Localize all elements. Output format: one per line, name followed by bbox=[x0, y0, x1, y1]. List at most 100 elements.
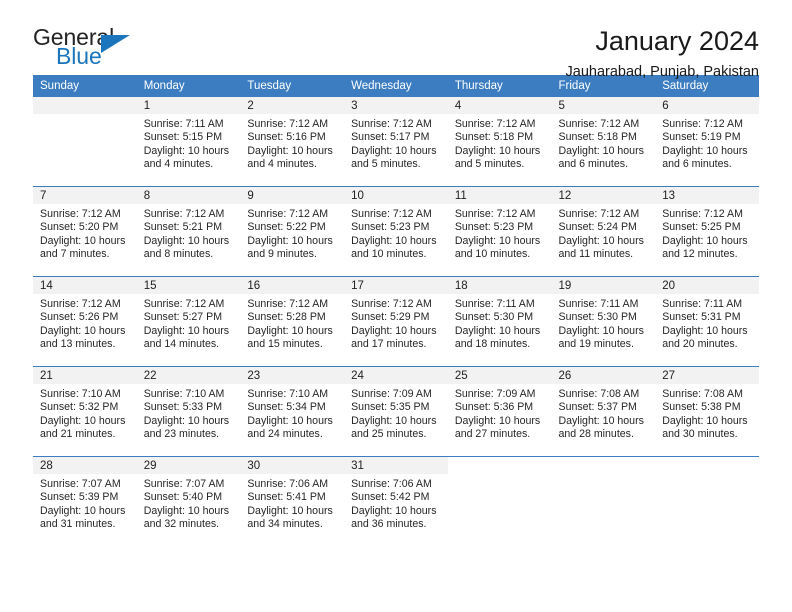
day-details: Sunrise: 7:12 AM Sunset: 5:26 PM Daylight:… bbox=[33, 294, 137, 352]
day-number: 6 bbox=[655, 97, 759, 114]
day-detail-sunrise: Sunrise: 7:07 AM bbox=[40, 478, 121, 490]
day-detail-sunrise: Sunrise: 7:12 AM bbox=[454, 118, 536, 130]
day-detail-sunset: Sunset: 5:31 PM bbox=[662, 311, 741, 324]
day-detail-daylight1: Daylight: 10 hours bbox=[351, 324, 437, 337]
day-cell-content: 24 Sunrise: 7:09 AM Sunset: 5:35 PM Dayligh… bbox=[344, 367, 448, 456]
day-details: Sunrise: 7:12 AM Sunset: 5:22 PM Daylight:… bbox=[240, 204, 344, 262]
calendar-day-cell[interactable]: 27 Sunrise: 7:08 AM Sunset: 5:38 PM Dayligh… bbox=[655, 366, 759, 457]
day-detail-daylight2: and 8 minutes. bbox=[143, 248, 214, 261]
day-detail-daylight1: Daylight: 10 hours bbox=[143, 324, 230, 337]
day-number: 28 bbox=[33, 457, 137, 474]
day-details: Sunrise: 7:12 AM Sunset: 5:21 PM Daylight:… bbox=[137, 204, 241, 262]
day-cell-content bbox=[552, 457, 656, 546]
calendar-day-cell[interactable]: 9 Sunrise: 7:12 AM Sunset: 5:22 PM Daylight… bbox=[240, 186, 345, 277]
calendar-week-row: 1 Sunrise: 7:11 AM Sunset: 5:15 PM Daylight… bbox=[33, 97, 759, 187]
day-cell-content: 17 Sunrise: 7:12 AM Sunset: 5:29 PM Dayligh… bbox=[344, 277, 448, 366]
calendar-day-cell[interactable]: 14 Sunrise: 7:12 AM Sunset: 5:26 PM Dayligh… bbox=[33, 276, 137, 367]
day-detail-sunset: Sunset: 5:21 PM bbox=[143, 221, 223, 234]
calendar-day-cell[interactable]: 20 Sunrise: 7:11 AM Sunset: 5:31 PM Dayligh… bbox=[655, 276, 759, 367]
calendar-day-cell[interactable]: 10 Sunrise: 7:12 AM Sunset: 5:23 PM Dayligh… bbox=[344, 186, 448, 277]
calendar-day-cell[interactable]: 12 Sunrise: 7:12 AM Sunset: 5:24 PM Dayligh… bbox=[551, 186, 656, 277]
day-cell-content: 5 Sunrise: 7:12 AM Sunset: 5:18 PM Daylight… bbox=[551, 97, 656, 186]
day-cell-content: 15 Sunrise: 7:12 AM Sunset: 5:27 PM Dayligh… bbox=[136, 277, 241, 366]
calendar-day-cell[interactable]: 17 Sunrise: 7:12 AM Sunset: 5:29 PM Dayligh… bbox=[344, 276, 448, 367]
day-detail-daylight1: Daylight: 10 hours bbox=[351, 234, 437, 247]
day-details: Sunrise: 7:10 AM Sunset: 5:32 PM Daylight:… bbox=[33, 384, 137, 442]
day-details: Sunrise: 7:10 AM Sunset: 5:33 PM Daylight:… bbox=[137, 384, 241, 442]
calendar-day-cell[interactable]: 21 Sunrise: 7:10 AM Sunset: 5:32 PM Dayligh… bbox=[33, 366, 137, 457]
calendar-day-cell[interactable]: 5 Sunrise: 7:12 AM Sunset: 5:18 PM Daylight… bbox=[551, 97, 656, 187]
day-detail-sunrise: Sunrise: 7:12 AM bbox=[247, 298, 329, 310]
calendar-day-cell[interactable]: 25 Sunrise: 7:09 AM Sunset: 5:36 PM Dayligh… bbox=[447, 366, 552, 457]
day-detail-sunrise: Sunrise: 7:11 AM bbox=[662, 298, 743, 310]
day-details: Sunrise: 7:12 AM Sunset: 5:18 PM Daylight:… bbox=[448, 114, 552, 172]
day-cell-content: 22 Sunrise: 7:10 AM Sunset: 5:33 PM Dayligh… bbox=[136, 367, 241, 456]
day-detail-daylight2: and 24 minutes. bbox=[247, 428, 323, 441]
day-detail-daylight1: Daylight: 10 hours bbox=[662, 234, 748, 247]
day-details: Sunrise: 7:09 AM Sunset: 5:35 PM Daylight:… bbox=[344, 384, 448, 442]
day-detail-sunset: Sunset: 5:23 PM bbox=[351, 221, 430, 234]
day-detail-daylight2: and 5 minutes. bbox=[454, 158, 525, 171]
day-detail-daylight2: and 34 minutes. bbox=[247, 518, 323, 531]
calendar-day-cell[interactable]: 2 Sunrise: 7:12 AM Sunset: 5:16 PM Daylight… bbox=[240, 97, 345, 187]
day-detail-sunrise: Sunrise: 7:12 AM bbox=[662, 208, 743, 220]
calendar-day-cell[interactable]: 30 Sunrise: 7:06 AM Sunset: 5:41 PM Dayligh… bbox=[240, 456, 345, 546]
day-cell-content: 28 Sunrise: 7:07 AM Sunset: 5:39 PM Dayligh… bbox=[33, 457, 137, 546]
calendar-day-cell[interactable]: 19 Sunrise: 7:11 AM Sunset: 5:30 PM Dayligh… bbox=[551, 276, 656, 367]
calendar-day-cell[interactable]: 6 Sunrise: 7:12 AM Sunset: 5:19 PM Daylight… bbox=[655, 97, 759, 187]
title-block: January 2024 Jauharabad, Punjab, Pakista… bbox=[566, 26, 759, 82]
logo-text-blue: Blue bbox=[56, 43, 102, 69]
day-number: 13 bbox=[655, 187, 759, 204]
day-detail-sunset: Sunset: 5:20 PM bbox=[40, 221, 119, 234]
weekday-header-tuesday: Tuesday bbox=[240, 75, 345, 97]
day-detail-daylight2: and 9 minutes. bbox=[247, 248, 317, 261]
day-detail-daylight1: Daylight: 10 hours bbox=[351, 414, 437, 427]
day-details: Sunrise: 7:12 AM Sunset: 5:20 PM Daylight:… bbox=[33, 204, 137, 262]
day-detail-daylight2: and 6 minutes. bbox=[558, 158, 629, 171]
calendar-day-cell[interactable]: 31 Sunrise: 7:06 AM Sunset: 5:42 PM Dayligh… bbox=[344, 456, 448, 546]
day-details: Sunrise: 7:12 AM Sunset: 5:23 PM Daylight:… bbox=[344, 204, 448, 262]
day-number: 27 bbox=[655, 367, 759, 384]
day-cell-content: 20 Sunrise: 7:11 AM Sunset: 5:31 PM Dayligh… bbox=[655, 277, 759, 366]
calendar-day-cell[interactable]: 23 Sunrise: 7:10 AM Sunset: 5:34 PM Dayligh… bbox=[240, 366, 345, 457]
calendar-day-cell[interactable]: 24 Sunrise: 7:09 AM Sunset: 5:35 PM Dayligh… bbox=[344, 366, 448, 457]
day-detail-daylight2: and 5 minutes. bbox=[351, 158, 421, 171]
calendar-day-cell[interactable]: 18 Sunrise: 7:11 AM Sunset: 5:30 PM Dayligh… bbox=[447, 276, 552, 367]
day-detail-daylight2: and 23 minutes. bbox=[143, 428, 220, 441]
day-detail-daylight1: Daylight: 10 hours bbox=[454, 414, 541, 427]
day-detail-sunset: Sunset: 5:23 PM bbox=[454, 221, 534, 234]
day-detail-sunset: Sunset: 5:40 PM bbox=[143, 491, 223, 504]
day-detail-daylight1: Daylight: 10 hours bbox=[351, 504, 437, 517]
calendar-day-cell[interactable]: 1 Sunrise: 7:11 AM Sunset: 5:15 PM Daylight… bbox=[136, 97, 241, 187]
day-detail-sunrise: Sunrise: 7:11 AM bbox=[558, 298, 639, 310]
calendar-day-cell[interactable]: 28 Sunrise: 7:07 AM Sunset: 5:39 PM Dayligh… bbox=[33, 456, 137, 546]
calendar-day-cell[interactable]: 29 Sunrise: 7:07 AM Sunset: 5:40 PM Dayligh… bbox=[136, 456, 241, 546]
day-number: 1 bbox=[136, 97, 241, 114]
day-detail-sunset: Sunset: 5:30 PM bbox=[454, 311, 534, 324]
day-number: 22 bbox=[136, 367, 241, 384]
day-detail-sunset: Sunset: 5:36 PM bbox=[454, 401, 534, 414]
calendar-day-cell bbox=[447, 456, 552, 546]
day-cell-content bbox=[33, 97, 137, 186]
calendar-day-cell[interactable]: 26 Sunrise: 7:08 AM Sunset: 5:37 PM Dayligh… bbox=[551, 366, 656, 457]
calendar-day-cell[interactable]: 15 Sunrise: 7:12 AM Sunset: 5:27 PM Dayligh… bbox=[136, 276, 241, 367]
general-blue-logo[interactable]: General Blue bbox=[33, 26, 153, 74]
day-details: Sunrise: 7:11 AM Sunset: 5:15 PM Daylight:… bbox=[137, 114, 241, 172]
page-subtitle: Jauharabad, Punjab, Pakistan bbox=[565, 64, 759, 80]
day-number: 20 bbox=[655, 277, 759, 294]
day-detail-daylight2: and 7 minutes. bbox=[40, 248, 110, 261]
day-detail-sunrise: Sunrise: 7:12 AM bbox=[247, 118, 329, 130]
calendar-day-cell[interactable]: 16 Sunrise: 7:12 AM Sunset: 5:28 PM Dayligh… bbox=[240, 276, 345, 367]
calendar-day-cell[interactable]: 7 Sunrise: 7:12 AM Sunset: 5:20 PM Daylight… bbox=[33, 186, 137, 277]
day-detail-sunset: Sunset: 5:38 PM bbox=[662, 401, 741, 414]
calendar-day-cell[interactable]: 3 Sunrise: 7:12 AM Sunset: 5:17 PM Daylight… bbox=[344, 97, 448, 187]
calendar-day-cell[interactable]: 13 Sunrise: 7:12 AM Sunset: 5:25 PM Dayligh… bbox=[655, 186, 759, 277]
calendar-day-cell[interactable]: 11 Sunrise: 7:12 AM Sunset: 5:23 PM Dayligh… bbox=[447, 186, 552, 277]
calendar-day-cell[interactable]: 4 Sunrise: 7:12 AM Sunset: 5:18 PM Daylight… bbox=[447, 97, 552, 187]
calendar-day-cell[interactable]: 22 Sunrise: 7:10 AM Sunset: 5:33 PM Dayligh… bbox=[136, 366, 241, 457]
calendar-day-cell[interactable]: 8 Sunrise: 7:12 AM Sunset: 5:21 PM Daylight… bbox=[136, 186, 241, 277]
day-detail-sunrise: Sunrise: 7:12 AM bbox=[558, 118, 640, 130]
day-detail-sunrise: Sunrise: 7:09 AM bbox=[454, 388, 536, 400]
day-detail-sunrise: Sunrise: 7:12 AM bbox=[454, 208, 536, 220]
day-detail-daylight1: Daylight: 10 hours bbox=[143, 414, 230, 427]
